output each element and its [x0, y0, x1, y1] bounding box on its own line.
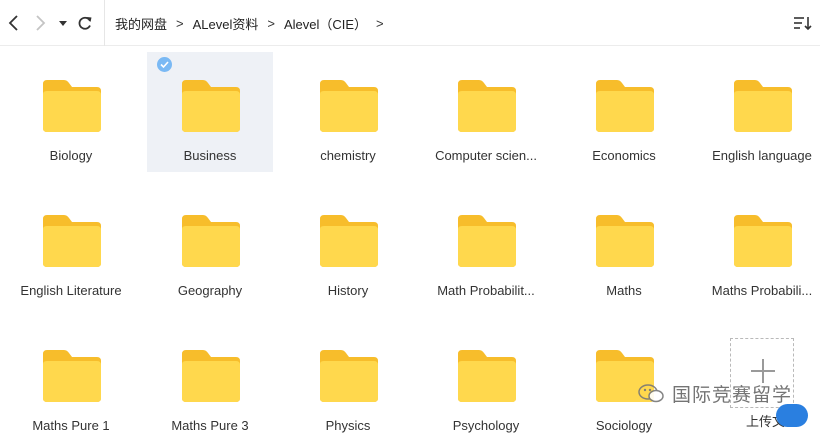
- breadcrumb: 我的网盘 > ALevel资料 > Alevel（CIE） >: [104, 0, 393, 46]
- folder-item[interactable]: Physics: [285, 322, 411, 442]
- folder-name: English language: [712, 148, 812, 163]
- folder-icon: [318, 213, 380, 269]
- folder-icon: [41, 213, 103, 269]
- folder-name: Physics: [325, 418, 371, 433]
- folder-icon: [180, 348, 242, 404]
- folder-item[interactable]: English language: [699, 52, 820, 172]
- folder-item[interactable]: Maths Probabili...: [699, 187, 820, 307]
- folder-icon: [456, 213, 518, 269]
- floating-assistant-icon[interactable]: [776, 404, 808, 427]
- folder-icon: [318, 348, 380, 404]
- folder-icon: [318, 78, 380, 134]
- folder-item[interactable]: Maths Pure 1: [8, 322, 134, 442]
- breadcrumb-item-my-drive[interactable]: 我的网盘: [115, 14, 167, 33]
- back-button[interactable]: [4, 12, 24, 34]
- breadcrumb-expand-separator[interactable]: >: [376, 16, 384, 31]
- folder-name: Maths Probabili...: [711, 283, 813, 298]
- folder-item[interactable]: Economics: [561, 52, 687, 172]
- folder-name: Geography: [177, 283, 243, 298]
- chevron-left-icon: [8, 15, 18, 31]
- folder-item[interactable]: History: [285, 187, 411, 307]
- folder-name: Sociology: [595, 418, 653, 433]
- folder-icon: [594, 78, 656, 134]
- checkmark-icon[interactable]: [157, 57, 172, 72]
- folder-item[interactable]: Psychology: [423, 322, 549, 442]
- forward-button[interactable]: [30, 12, 50, 34]
- sort-icon: [794, 17, 812, 31]
- folder-name: Maths: [606, 283, 642, 298]
- folder-name: chemistry: [320, 148, 376, 163]
- folder-name: Maths Pure 1: [32, 418, 110, 433]
- wechat-icon: [638, 384, 664, 403]
- file-grid: Biology Business chemistry Computer scien..…: [0, 46, 820, 433]
- folder-item[interactable]: Biology: [8, 52, 134, 172]
- breadcrumb-separator: >: [267, 15, 275, 31]
- breadcrumb-item-alevel-materials[interactable]: ALevel资料: [193, 14, 259, 33]
- folder-item[interactable]: Math Probabilit...: [423, 187, 549, 307]
- chevron-right-icon: [36, 15, 46, 31]
- folder-icon: [732, 78, 794, 134]
- refresh-button[interactable]: [76, 12, 96, 34]
- folder-name: Math Probabilit...: [437, 283, 535, 298]
- folder-item[interactable]: Computer scien...: [423, 52, 549, 172]
- breadcrumb-item-alevel-cie[interactable]: Alevel（CIE）: [284, 14, 367, 33]
- folder-icon: [180, 78, 242, 134]
- breadcrumb-separator: >: [176, 15, 184, 31]
- folder-icon: [456, 348, 518, 404]
- refresh-icon: [78, 16, 92, 30]
- folder-item[interactable]: English Literature: [8, 187, 134, 307]
- folder-icon: [456, 78, 518, 134]
- folder-name: Business: [183, 148, 237, 163]
- folder-icon: [732, 213, 794, 269]
- folder-item[interactable]: Geography: [147, 187, 273, 307]
- folder-name: Economics: [592, 148, 656, 163]
- sort-button[interactable]: [792, 14, 812, 32]
- folder-name: History: [327, 283, 369, 298]
- folder-icon: [41, 78, 103, 134]
- history-dropdown-button[interactable]: [56, 12, 76, 34]
- watermark-text: 国际竞赛留学: [672, 384, 793, 406]
- folder-item[interactable]: chemistry: [285, 52, 411, 172]
- folder-name: Maths Pure 3: [171, 418, 249, 433]
- folder-icon: [41, 348, 103, 404]
- folder-icon: [180, 213, 242, 269]
- toolbar: 我的网盘 > ALevel资料 > Alevel（CIE） >: [0, 0, 820, 46]
- watermark: 国际竞赛留学: [636, 378, 792, 408]
- folder-name: Computer scien...: [435, 148, 537, 163]
- folder-name: English Literature: [20, 283, 122, 298]
- folder-item[interactable]: Business: [147, 52, 273, 172]
- folder-name: Biology: [49, 148, 93, 163]
- folder-name: Psychology: [452, 418, 520, 433]
- folder-icon: [594, 213, 656, 269]
- folder-item[interactable]: Maths Pure 3: [147, 322, 273, 442]
- caret-down-icon: [59, 21, 67, 26]
- folder-item[interactable]: Maths: [561, 187, 687, 307]
